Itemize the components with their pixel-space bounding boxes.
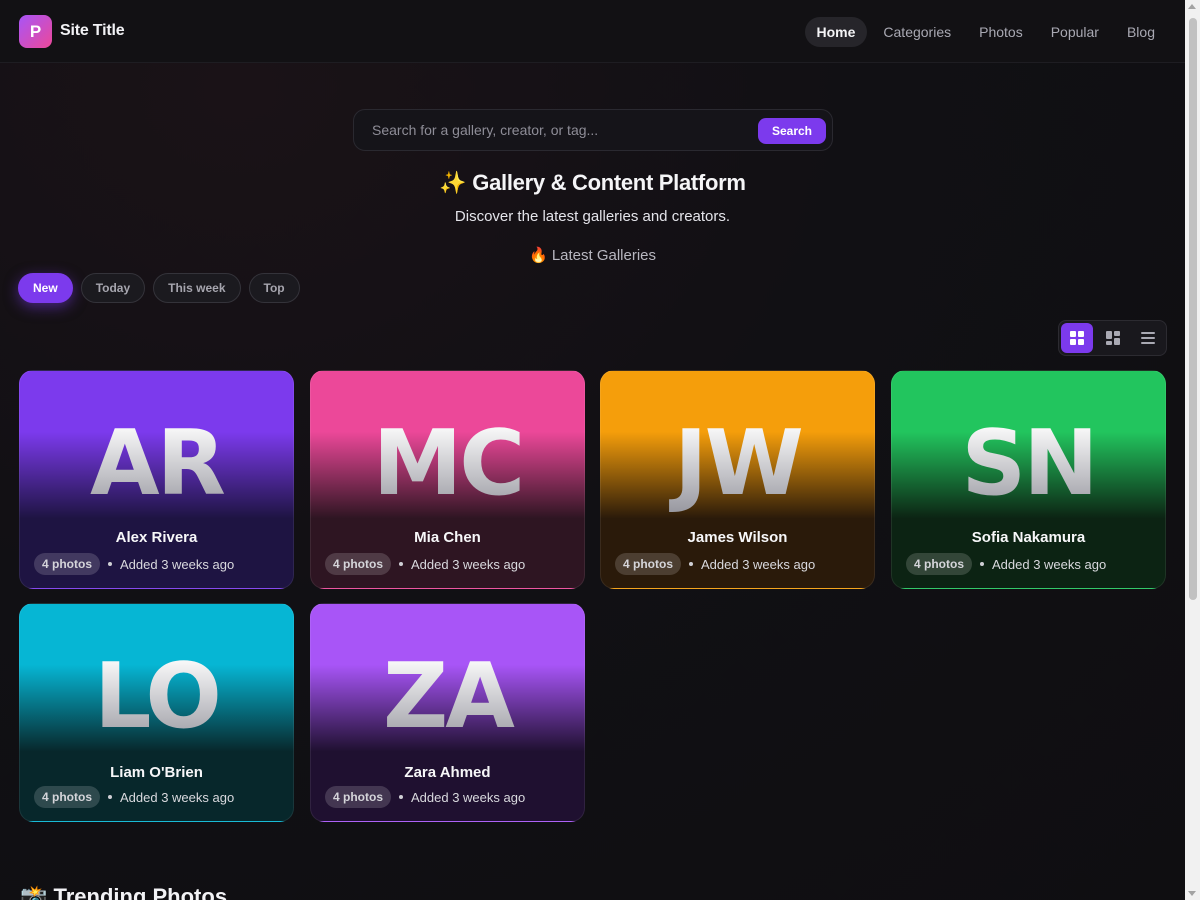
section-heading-latest: 🔥 Latest Galleries (528, 247, 657, 264)
added-time: Added 3 weeks ago (120, 789, 235, 805)
filter-this-week[interactable]: This week (153, 273, 241, 303)
filter-today[interactable]: Today (80, 273, 146, 303)
card-initials: AR (20, 411, 293, 516)
nav-item-home[interactable]: Home (804, 17, 868, 47)
card-creator-name[interactable]: Mia Chen (311, 529, 584, 546)
grid-icon (1069, 331, 1084, 345)
photo-count-badge: 4 photos (325, 786, 391, 808)
gallery-card[interactable]: MC Mia Chen 4 photos Added 3 weeks ago (310, 370, 585, 589)
gallery-card[interactable]: SN Sofia Nakamura 4 photos Added 3 weeks… (891, 370, 1166, 589)
separator-dot (399, 562, 403, 566)
masonry-icon (1105, 331, 1120, 345)
list-icon (1141, 332, 1156, 344)
scroll-thumb[interactable] (1189, 18, 1197, 600)
card-meta: 4 photos Added 3 weeks ago (615, 553, 815, 575)
separator-dot (689, 562, 693, 566)
card-meta: 4 photos Added 3 weeks ago (34, 553, 234, 575)
card-creator-name[interactable]: Sofia Nakamura (892, 529, 1165, 546)
filter-top[interactable]: Top (248, 273, 300, 303)
photo-count-badge: 4 photos (34, 553, 100, 575)
nav-item-photos[interactable]: Photos (967, 17, 1035, 47)
card-creator-name[interactable]: Alex Rivera (20, 529, 293, 546)
list-view-button[interactable] (1132, 323, 1164, 353)
nav-item-popular[interactable]: Popular (1039, 17, 1111, 47)
site-logo[interactable]: P (19, 15, 52, 48)
search-button[interactable]: Search (758, 118, 826, 144)
card-initials: JW (601, 411, 874, 516)
nav-item-blog[interactable]: Blog (1115, 17, 1167, 47)
added-time: Added 3 weeks ago (992, 556, 1107, 572)
separator-dot (108, 795, 112, 799)
search-input[interactable] (355, 111, 750, 149)
card-meta: 4 photos Added 3 weeks ago (34, 786, 234, 808)
scroll-up-arrow-icon[interactable] (1188, 4, 1196, 9)
separator-dot (399, 795, 403, 799)
card-initials: LO (20, 644, 293, 749)
card-meta: 4 photos Added 3 weeks ago (325, 786, 525, 808)
gallery-card[interactable]: JW James Wilson 4 photos Added 3 weeks a… (600, 370, 875, 589)
card-meta: 4 photos Added 3 weeks ago (906, 553, 1106, 575)
separator-dot (108, 562, 112, 566)
added-time: Added 3 weeks ago (411, 789, 526, 805)
view-mode-toggle (1058, 320, 1167, 356)
card-initials: ZA (311, 644, 584, 749)
gallery-card[interactable]: LO Liam O'Brien 4 photos Added 3 weeks a… (19, 603, 294, 822)
search-bar: Search (353, 109, 833, 151)
photo-count-badge: 4 photos (34, 786, 100, 808)
card-creator-name[interactable]: Liam O'Brien (20, 764, 293, 781)
photo-count-badge: 4 photos (325, 553, 391, 575)
page-title: ✨ Gallery & Content Platform (439, 170, 746, 195)
filter-new[interactable]: New (18, 273, 73, 303)
card-initials: SN (892, 411, 1165, 516)
card-meta: 4 photos Added 3 weeks ago (325, 553, 525, 575)
section-heading-trending: 📸 Trending Photos (20, 884, 228, 900)
scroll-down-arrow-icon[interactable] (1188, 891, 1196, 896)
page-scrollbar[interactable] (1185, 0, 1200, 900)
added-time: Added 3 weeks ago (120, 556, 235, 572)
card-creator-name[interactable]: James Wilson (601, 529, 874, 546)
card-initials: MC (311, 411, 584, 516)
nav-item-categories[interactable]: Categories (871, 17, 963, 47)
photo-count-badge: 4 photos (906, 553, 972, 575)
card-creator-name[interactable]: Zara Ahmed (311, 764, 584, 781)
logo-letter: P (29, 21, 42, 41)
added-time: Added 3 weeks ago (701, 556, 816, 572)
separator-dot (980, 562, 984, 566)
filter-chips: New Today This week Top (18, 273, 300, 303)
gallery-card[interactable]: AR Alex Rivera 4 photos Added 3 weeks ag… (19, 370, 294, 589)
grid-view-button[interactable] (1061, 323, 1093, 353)
top-header: P Site Title Home Categories Photos Popu… (0, 0, 1185, 63)
site-title[interactable]: Site Title (60, 22, 125, 40)
main-nav: Home Categories Photos Popular Blog (804, 17, 1168, 47)
photo-count-badge: 4 photos (615, 553, 681, 575)
gallery-card[interactable]: ZA Zara Ahmed 4 photos Added 3 weeks ago (310, 603, 585, 822)
page-subtitle: Discover the latest galleries and creato… (454, 208, 731, 225)
masonry-view-button[interactable] (1097, 323, 1129, 353)
added-time: Added 3 weeks ago (411, 556, 526, 572)
